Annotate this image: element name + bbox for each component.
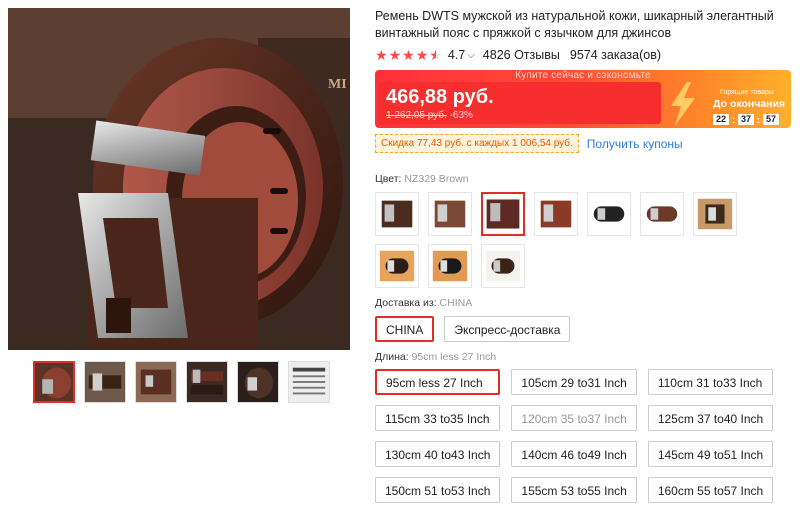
length-label: Длина: 95cm less 27 Inch <box>375 351 497 363</box>
color-swatch[interactable] <box>375 244 419 288</box>
chevron-down-icon[interactable]: ⌵ <box>467 50 475 61</box>
discount-percent: -63% <box>449 110 473 121</box>
timer-hours: 22 <box>713 114 729 125</box>
color-swatch[interactable] <box>428 192 472 236</box>
countdown-timer: 22 : 37 : 57 <box>713 114 779 125</box>
length-option[interactable]: 140cm 46 to49 Inch <box>511 441 637 467</box>
length-option[interactable]: 130cm 40 to43 Inch <box>375 441 501 467</box>
half-star-icon: ★ <box>429 47 442 63</box>
product-info-panel: Ремень DWTS мужской из натуральной кожи,… <box>375 8 795 503</box>
svg-text:MI: MI <box>328 77 347 92</box>
selected-shipping-value: CHINA <box>439 297 473 309</box>
shipping-option-china[interactable]: CHINA <box>375 316 435 342</box>
countdown-label: До окончания <box>713 98 786 110</box>
thumbnail[interactable] <box>237 361 279 403</box>
get-coupons-link[interactable]: Получить купоны <box>587 137 683 151</box>
color-swatch[interactable] <box>375 192 419 236</box>
length-option[interactable]: 145cm 49 to51 Inch <box>647 441 774 467</box>
length-option[interactable]: 110cm 31 to33 Inch <box>647 369 774 395</box>
shipping-options: CHINA Экспресс-доставка <box>375 316 795 342</box>
length-option[interactable]: 95cm less 27 Inch <box>375 369 501 395</box>
shipping-option-express[interactable]: Экспресс-доставка <box>444 316 571 342</box>
coupon-row: Скидка 77,43 руб. с каждых 1 006,54 руб.… <box>375 134 795 153</box>
product-title: Ремень DWTS мужской из натуральной кожи,… <box>375 9 774 40</box>
rating-stars[interactable]: ★ ★ ★ ★ ★ <box>375 48 442 62</box>
thumbnail[interactable] <box>33 361 75 403</box>
coupon-badge[interactable]: Скидка 77,43 руб. с каждых 1 006,54 руб. <box>375 134 579 153</box>
selected-color-value: NZ329 Brown <box>404 173 469 185</box>
color-swatch[interactable] <box>428 244 472 288</box>
length-options: 95cm less 27 Inch 105cm 29 to31 Inch 110… <box>375 369 795 503</box>
shipping-label: Доставка из: CHINA <box>375 297 473 309</box>
color-swatch[interactable] <box>587 192 631 236</box>
length-option[interactable]: 150cm 51 to53 Inch <box>375 477 501 503</box>
hot-deals-label: Горящие товары <box>720 89 774 96</box>
star-icon: ★ <box>415 47 429 63</box>
length-option[interactable]: 105cm 29 to31 Inch <box>511 369 637 395</box>
color-swatch-selected[interactable] <box>481 192 525 236</box>
thumbnail[interactable] <box>135 361 177 403</box>
old-price: 1 262,05 руб. <box>386 110 447 121</box>
color-swatch[interactable] <box>640 192 684 236</box>
rating-value[interactable]: 4.7 <box>448 48 465 62</box>
length-option-unavailable[interactable]: 120cm 35 to37 Inch <box>511 405 637 431</box>
thumbnail[interactable] <box>186 361 228 403</box>
flash-deal-banner: Купите сейчас и сэкономьте 466,88 руб. 1… <box>375 70 791 128</box>
lightning-icon <box>671 82 695 126</box>
length-option[interactable]: 160cm 55 to57 Inch <box>647 477 774 503</box>
rating-row: ★ ★ ★ ★ ★ 4.7 ⌵ 4826 Отзывы 9574 заказа(… <box>375 48 795 62</box>
selected-length-value: 95cm less 27 Inch <box>411 351 497 363</box>
main-product-image[interactable]: MI MI <box>8 8 350 350</box>
color-swatch[interactable] <box>693 192 737 236</box>
orders-count: 9574 заказа(ов) <box>569 48 661 62</box>
current-price: 466,88 руб. <box>386 86 494 108</box>
color-label: Цвет: NZ329 Brown <box>375 173 469 185</box>
star-icon: ★ <box>375 47 388 63</box>
belt-photo: MI MI <box>8 8 350 350</box>
promo-banner-text: Купите сейчас и сэкономьте <box>515 70 651 81</box>
timer-seconds: 57 <box>763 114 779 125</box>
star-icon: ★ <box>402 47 415 63</box>
thumbnail-strip <box>33 361 330 403</box>
color-swatch[interactable] <box>481 244 525 288</box>
old-price-row: 1 262,05 руб. -63% <box>386 110 473 121</box>
length-option[interactable]: 155cm 53 to55 Inch <box>511 477 637 503</box>
length-option[interactable]: 125cm 37 to40 Inch <box>647 405 774 431</box>
color-swatches <box>375 192 795 288</box>
thumbnail[interactable] <box>288 361 330 403</box>
timer-minutes: 37 <box>738 114 754 125</box>
price-box: 466,88 руб. 1 262,05 руб. -63% <box>378 82 661 124</box>
length-option[interactable]: 115cm 33 to35 Inch <box>375 405 501 431</box>
color-swatch[interactable] <box>534 192 578 236</box>
reviews-count[interactable]: 4826 Отзывы <box>483 48 560 62</box>
star-icon: ★ <box>388 47 402 63</box>
thumbnail[interactable] <box>84 361 126 403</box>
